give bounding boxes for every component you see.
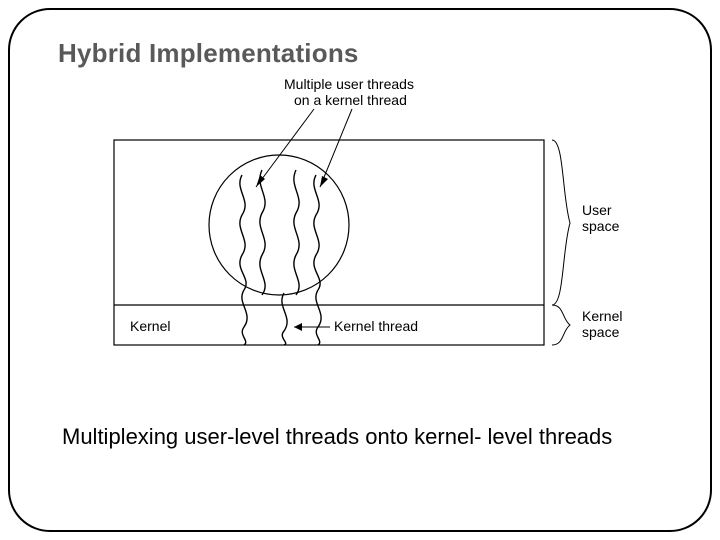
user-space-label1: User: [582, 202, 612, 218]
slide-title: Hybrid Implementations: [58, 38, 670, 69]
user-space-label2: space: [582, 218, 620, 234]
top-arrow-left: [256, 109, 314, 187]
top-arrow-right-head: [320, 176, 328, 187]
user-thread-2: [260, 170, 265, 295]
kernel-thread-label: Kernel thread: [334, 318, 418, 334]
hybrid-threads-diagram: Multiple user threads on a kernel thread…: [84, 75, 644, 395]
kernel-label: Kernel: [130, 318, 170, 334]
thread-group-circle: [209, 155, 349, 295]
kernel-space-label2: space: [582, 324, 620, 340]
kernel-thread-3: [316, 290, 321, 345]
kernel-thread-arrow-head: [294, 323, 302, 331]
diagram-container: Multiple user threads on a kernel thread…: [84, 75, 644, 395]
user-thread-1: [240, 175, 246, 290]
top-arrow-right: [320, 109, 352, 187]
process-box: [114, 140, 544, 345]
kernel-thread-1: [242, 290, 247, 345]
kernel-space-brace: [552, 305, 570, 345]
user-thread-4: [314, 175, 320, 290]
top-label-line1: Multiple user threads: [284, 76, 414, 92]
kernel-thread-2: [282, 293, 287, 345]
slide-caption: Multiplexing user-level threads onto ker…: [58, 423, 618, 451]
kernel-space-label1: Kernel: [582, 308, 622, 324]
slide-frame: Hybrid Implementations Multiple user thr…: [8, 8, 712, 532]
user-space-brace: [552, 140, 570, 305]
user-thread-3: [294, 170, 299, 295]
top-label-line2: on a kernel thread: [294, 92, 407, 108]
